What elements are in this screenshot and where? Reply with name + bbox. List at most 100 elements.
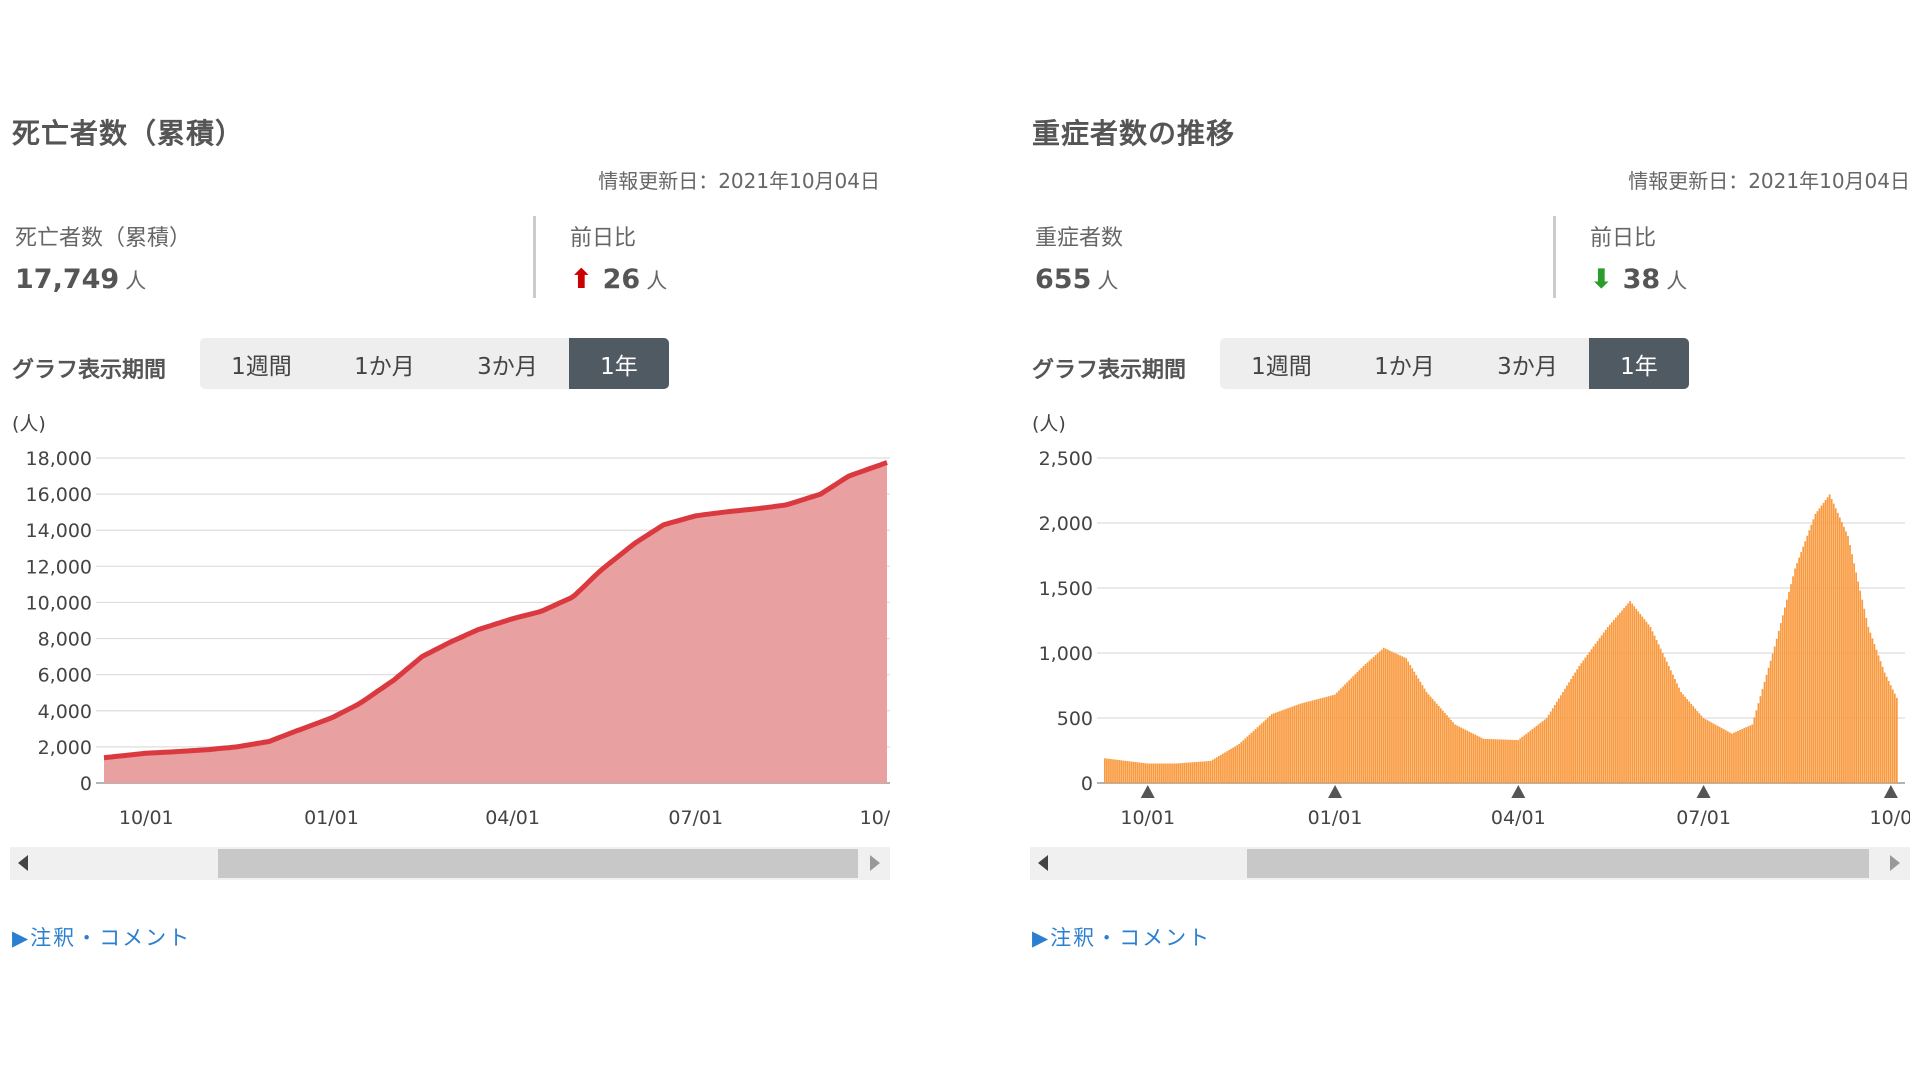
bar — [1615, 617, 1617, 783]
bar — [1533, 727, 1536, 783]
bar — [1226, 751, 1228, 783]
bar — [1617, 615, 1619, 783]
bar — [1289, 707, 1291, 783]
bar — [1128, 761, 1131, 783]
scroll-left-icon[interactable] — [18, 855, 28, 871]
bar — [1287, 708, 1289, 783]
bar — [1690, 703, 1693, 783]
bar — [1376, 653, 1379, 783]
bar — [1126, 761, 1129, 783]
bar — [1234, 746, 1237, 783]
bar — [1490, 739, 1493, 783]
bar — [1523, 735, 1526, 783]
bar — [1712, 723, 1715, 783]
scroll-thumb[interactable] — [218, 849, 858, 878]
bar — [1889, 685, 1892, 783]
bar — [1203, 761, 1206, 783]
bar — [1275, 712, 1277, 783]
bar — [1639, 614, 1642, 783]
bar — [1519, 738, 1522, 783]
bar — [1106, 758, 1108, 783]
range-1month-button[interactable]: 1か月 — [323, 338, 446, 389]
range-3month-button[interactable]: 3か月 — [1466, 338, 1589, 389]
bar — [1254, 729, 1257, 783]
bar — [1124, 760, 1127, 783]
bar — [1875, 649, 1878, 783]
bar — [1731, 733, 1733, 783]
bar — [1845, 531, 1847, 783]
bar — [1549, 711, 1552, 783]
bar — [1692, 706, 1695, 783]
scroll-right-icon[interactable] — [1890, 855, 1900, 871]
bar — [1350, 678, 1353, 783]
bar — [1122, 760, 1125, 783]
bar — [1138, 762, 1141, 783]
bar — [1570, 679, 1572, 783]
bar — [1384, 648, 1387, 783]
bar — [1368, 660, 1371, 783]
x-tick-label: 07/01 — [668, 807, 723, 829]
bar — [1193, 762, 1196, 783]
scroll-left-icon[interactable] — [1038, 855, 1048, 871]
bar — [1112, 759, 1114, 783]
bar — [1800, 552, 1803, 783]
bar — [1688, 701, 1691, 783]
bar — [1895, 697, 1898, 783]
bar — [1511, 739, 1513, 783]
x-tick-marker — [1140, 785, 1155, 798]
comment-link[interactable]: ▶注釈・コメント — [1032, 922, 1211, 952]
bar — [1647, 624, 1650, 783]
range-1month-button[interactable]: 1か月 — [1343, 338, 1466, 389]
bar — [1110, 759, 1112, 783]
bar — [1213, 758, 1216, 783]
scroll-right-icon[interactable] — [870, 855, 880, 871]
bar — [1366, 662, 1369, 783]
bar — [1130, 761, 1133, 783]
bar — [1749, 725, 1752, 783]
bar — [1568, 682, 1570, 783]
bar — [1779, 623, 1782, 783]
chart-scrollbar[interactable] — [10, 847, 890, 880]
range-1year-button[interactable]: 1年 — [1589, 338, 1689, 389]
bar — [1796, 563, 1798, 783]
bar — [1745, 727, 1748, 783]
bar — [1358, 670, 1361, 783]
bar — [1244, 738, 1247, 783]
bar — [1468, 731, 1471, 783]
bar — [1751, 724, 1754, 783]
bar — [1163, 763, 1165, 783]
bar — [1865, 617, 1868, 783]
bar — [1767, 667, 1770, 783]
bar — [1334, 694, 1336, 783]
bar — [1407, 661, 1410, 783]
bar — [1773, 646, 1776, 783]
bar — [1824, 499, 1827, 783]
bar — [1798, 557, 1800, 783]
bar — [1553, 705, 1556, 783]
bar — [1108, 758, 1110, 783]
range-1year-button[interactable]: 1年 — [569, 338, 669, 389]
bar — [1248, 734, 1251, 783]
range-3month-button[interactable]: 3か月 — [446, 338, 569, 389]
bar — [1470, 732, 1473, 783]
x-tick-label: 01/01 — [1308, 807, 1363, 829]
range-1week-button[interactable]: 1週間 — [200, 338, 323, 389]
bar — [1356, 672, 1359, 783]
scroll-thumb[interactable] — [1247, 849, 1869, 878]
x-tick-marker — [1328, 785, 1343, 798]
bar — [1777, 630, 1780, 783]
bar — [1769, 660, 1772, 783]
y-tick-label: 4,000 — [38, 701, 92, 723]
bar — [1669, 670, 1672, 783]
bar — [1152, 763, 1155, 783]
bar — [1818, 508, 1821, 783]
range-label: グラフ表示期間 — [12, 358, 167, 383]
bar — [1853, 563, 1855, 783]
bar — [1228, 750, 1230, 783]
range-1week-button[interactable]: 1週間 — [1220, 338, 1343, 389]
bar — [1521, 736, 1524, 783]
comment-link[interactable]: ▶注釈・コメント — [12, 922, 191, 952]
bar — [1802, 546, 1805, 783]
chart-scrollbar[interactable] — [1030, 847, 1910, 880]
bar — [1663, 657, 1666, 783]
